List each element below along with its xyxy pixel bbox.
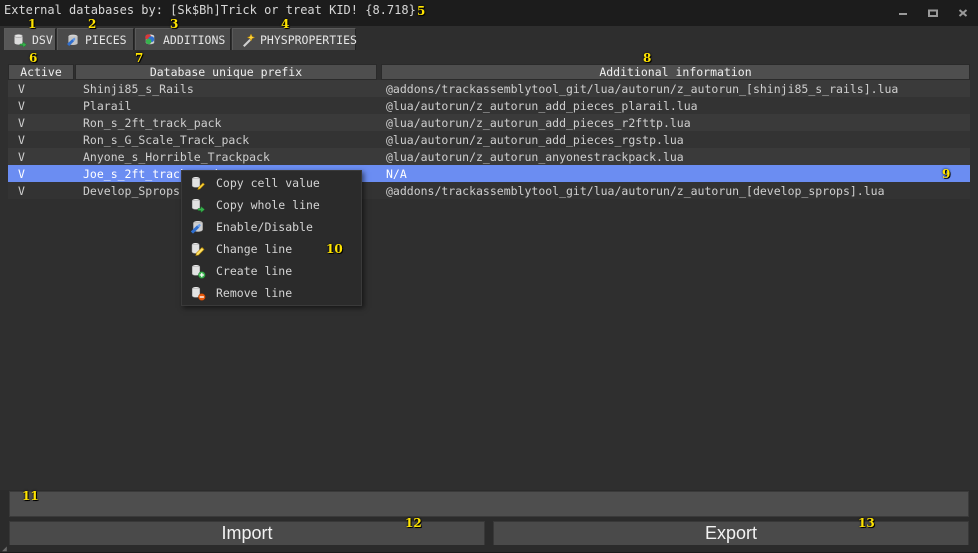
database-add-icon [144,33,158,47]
context-menu-item-enable-disable[interactable]: Enable/Disable [182,216,361,238]
cell-info: @addons/trackassemblytool_git/lua/autoru… [386,81,899,96]
tab-pieces-label: PIECES [85,32,127,47]
cell-active: V [18,183,25,198]
tab-additions[interactable]: ADDITIONS [135,28,231,50]
cell-prefix: Anyone_s_Horrible_Trackpack [83,149,270,164]
cell-prefix: Ron_s_G_Scale_Track_pack [83,132,250,147]
maximize-icon [928,9,938,17]
resize-grip-icon[interactable]: ◢ [2,544,8,553]
cell-active: V [18,132,25,147]
annotation-2: 2 [88,17,97,31]
annotation-12: 12 [405,516,422,530]
table-row[interactable]: V Develop_Sprops @addons/trackassemblyto… [8,182,970,199]
annotation-10: 10 [326,242,343,256]
cell-prefix: Plarail [83,98,132,113]
context-menu-item-label: Copy cell value [216,176,320,190]
cell-prefix: Shinji85_s_Rails [83,81,194,96]
magic-wand-icon [241,32,256,47]
table-row[interactable]: V Anyone_s_Horrible_Trackpack @lua/autor… [8,148,970,165]
database-table: Active Database unique prefix Additional… [8,64,970,484]
tab-physproperties[interactable]: PHYSPROPERTIES [232,28,357,50]
tab-strip: DSV PIECES ADDITIONS PHYSPROPERTIES [0,26,978,51]
annotation-9: 9 [942,167,951,181]
column-header-info[interactable]: Additional information [381,64,970,80]
cell-active: V [18,98,25,113]
title-bar[interactable]: External databases by: [Sk$Bh]Trick or t… [0,0,978,26]
annotation-6: 6 [29,51,38,65]
context-menu-item-label: Copy whole line [216,198,320,212]
copy-cell-icon [190,175,206,191]
remove-line-icon [190,285,206,301]
copy-line-icon [190,197,206,214]
cell-info: @lua/autorun/z_autorun_add_pieces_rgstp.… [386,132,684,147]
context-menu-item-copy-whole-line[interactable]: Copy whole line [182,194,361,216]
export-button[interactable]: Export [493,521,969,546]
table-row[interactable]: V Ron_s_2ft_track_pack @lua/autorun/z_au… [8,114,970,131]
table-row[interactable]: V Ron_s_G_Scale_Track_pack @lua/autorun/… [8,131,970,148]
context-menu-item-label: Create line [216,264,293,278]
table-row[interactable]: V Plarail @lua/autorun/z_autorun_add_pie… [8,97,970,114]
annotation-1: 1 [28,17,37,31]
column-header-active[interactable]: Active [8,64,74,80]
maximize-button[interactable] [918,0,948,26]
action-button-row: Import Export [9,521,969,546]
annotation-3: 3 [170,17,179,31]
window-title: External databases by: [Sk$Bh]Trick or t… [4,3,416,17]
database-export-icon [13,33,27,48]
status-input[interactable] [9,491,969,517]
create-line-icon [190,263,206,279]
tab-physproperties-label: PHYSPROPERTIES [260,32,357,47]
annotation-4: 4 [281,17,290,31]
context-menu-item-remove-line[interactable]: Remove line [182,282,361,304]
tab-additions-label: ADDITIONS [163,32,226,47]
import-button-label: Import [221,523,273,543]
row-context-menu: Copy cell value Copy whole line Enable/D… [181,170,362,306]
table-row[interactable]: V Shinji85_s_Rails @addons/trackassembly… [8,80,970,97]
cell-active: V [18,81,25,96]
context-menu-item-label: Remove line [216,286,293,300]
tab-dsv-label: DSV [32,32,53,47]
context-menu-item-copy-cell-value[interactable]: Copy cell value [182,172,361,194]
minimize-button[interactable] [888,0,918,26]
table-header-row: Active Database unique prefix Additional… [8,64,970,80]
export-button-label: Export [704,523,758,543]
enable-disable-icon [190,219,206,235]
tab-pieces[interactable]: PIECES [57,28,134,50]
cell-prefix: Ron_s_2ft_track_pack [83,115,222,130]
cell-info: @lua/autorun/z_autorun_anyonestrackpack.… [386,149,684,164]
cell-active: V [18,166,25,181]
database-list-panel: Active Database unique prefix Additional… [0,50,978,490]
annotation-5: 5 [417,4,426,18]
cell-info: N/A [386,166,407,181]
column-header-prefix[interactable]: Database unique prefix [75,64,377,80]
window-controls [888,0,978,26]
minimize-icon [899,13,907,15]
annotation-13: 13 [858,516,875,530]
context-menu-item-label: Enable/Disable [216,220,313,234]
context-menu-item-create-line[interactable]: Create line [182,260,361,282]
cell-info: @addons/trackassemblytool_git/lua/autoru… [386,183,885,198]
table-row-selected[interactable]: V Joe_s_2ft_track_pack N/A [8,165,970,182]
cell-info: @lua/autorun/z_autorun_add_pieces_r2fttp… [386,115,691,130]
cell-active: V [18,149,25,164]
close-icon [958,9,968,17]
annotation-7: 7 [135,51,144,65]
database-blue-icon [66,33,80,47]
context-menu-item-label: Change line [216,242,293,256]
annotation-11: 11 [22,489,39,503]
cell-active: V [18,115,25,130]
bottom-strip [0,545,978,552]
tab-dsv[interactable]: DSV [4,28,56,50]
footer-panel: Import Export [0,490,978,552]
cell-info: @lua/autorun/z_autorun_add_pieces_plarai… [386,98,698,113]
close-button[interactable] [948,0,978,26]
annotation-8: 8 [643,51,652,65]
external-databases-window: External databases by: [Sk$Bh]Trick or t… [0,0,978,553]
edit-line-icon [190,241,206,257]
